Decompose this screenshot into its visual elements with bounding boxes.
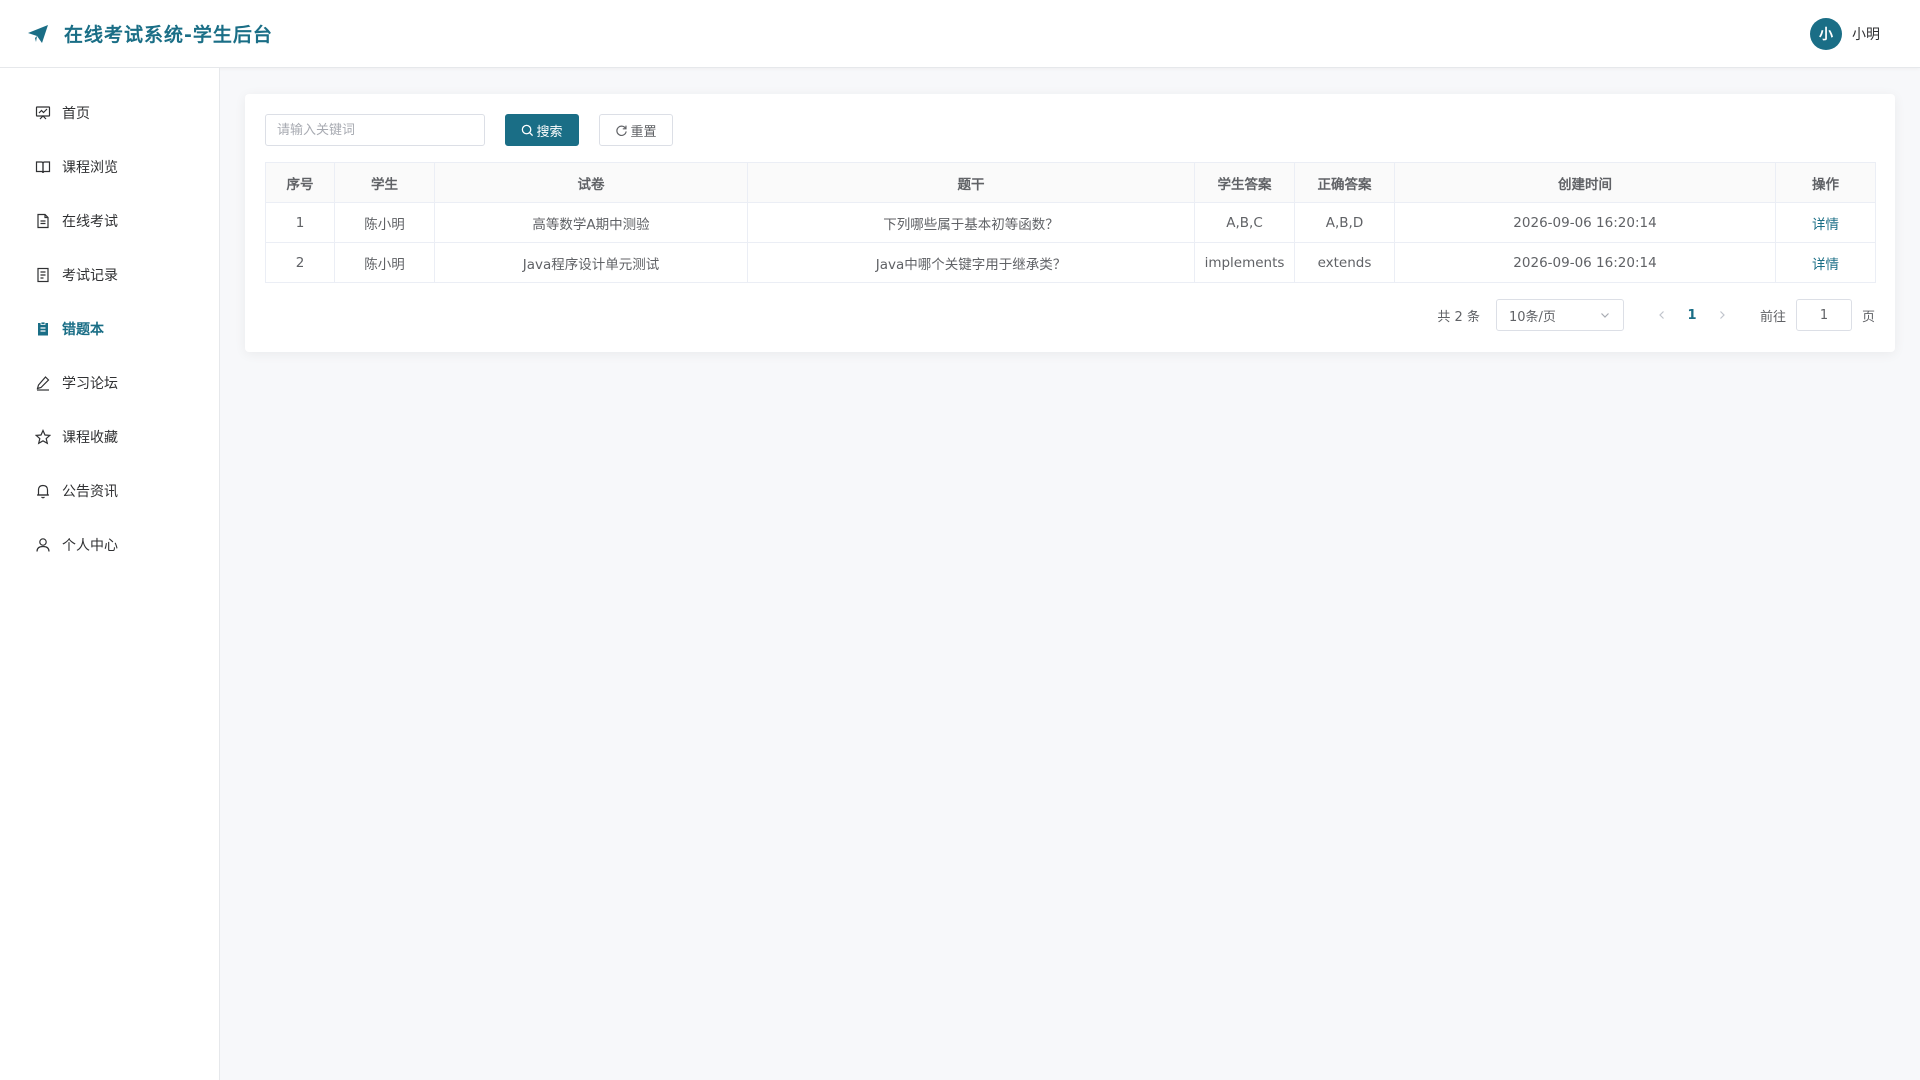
page-size-value: 10条/页 (1508, 309, 1556, 325)
cell-student: 陈小明 (334, 202, 435, 243)
cell-index: 2 (265, 242, 335, 283)
detail-link[interactable]: 详情 (1775, 242, 1876, 283)
column-header-question: 题干 (747, 162, 1195, 203)
sidebar-item-label: 课程收藏 (62, 430, 118, 446)
user-menu[interactable]: 小 小明 (1810, 18, 1880, 50)
record-icon (34, 266, 52, 284)
table-row: 1 陈小明 高等数学A期中测验 下列哪些属于基本初等函数？ A,B,C A,B,… (265, 202, 1876, 243)
sidebar-item-label: 公告资讯 (62, 484, 118, 500)
table-row: 2 陈小明 Java程序设计单元测试 Java中哪个关键字用于继承类？ impl… (265, 242, 1876, 283)
column-header-created-time: 创建时间 (1394, 162, 1776, 203)
search-icon (521, 124, 536, 137)
user-name[interactable]: 小明 (1852, 24, 1880, 44)
cell-student: 陈小明 (334, 242, 435, 283)
sidebar-item-label: 课程浏览 (62, 160, 118, 176)
cell-paper: 高等数学A期中测验 (434, 202, 748, 243)
next-page-button[interactable] (1708, 301, 1736, 329)
edit-icon (34, 374, 52, 392)
document-icon (34, 212, 52, 230)
cell-student-answer: A,B,C (1194, 202, 1295, 243)
brand: 在线考试系统-学生后台 (26, 20, 273, 47)
sidebar-item-online-exam[interactable]: 在线考试 (0, 194, 219, 248)
sidebar-item-exam-record[interactable]: 考试记录 (0, 248, 219, 302)
sidebar-item-label: 错题本 (62, 322, 104, 338)
cell-question: 下列哪些属于基本初等函数？ (747, 202, 1195, 243)
cell-student-answer: implements (1194, 242, 1295, 283)
sidebar-item-home[interactable]: 首页 (0, 86, 219, 140)
sidebar-item-label: 在线考试 (62, 214, 118, 230)
sidebar-item-wrong-book[interactable]: 错题本 (0, 302, 219, 356)
column-header-paper: 试卷 (434, 162, 748, 203)
column-header-index: 序号 (265, 162, 335, 203)
notebook-icon (34, 320, 52, 338)
avatar[interactable]: 小 (1810, 18, 1842, 50)
sidebar-item-label: 首页 (62, 106, 90, 122)
column-header-student-answer: 学生答案 (1194, 162, 1295, 203)
pagination: 共 2 条 10条/页 1 前往 页 (1437, 299, 1875, 331)
cell-correct-answer: extends (1294, 242, 1395, 283)
column-header-correct-answer: 正确答案 (1294, 162, 1395, 203)
content-card: 搜索 重置 序号 学生 (245, 94, 1895, 352)
search-button[interactable]: 搜索 (505, 114, 579, 146)
column-header-action: 操作 (1775, 162, 1876, 203)
book-icon (34, 158, 52, 176)
sidebar-item-label: 个人中心 (62, 538, 118, 554)
sidebar-item-course-browse[interactable]: 课程浏览 (0, 140, 219, 194)
cell-created-time: 2026-09-06 16:20:14 (1394, 202, 1776, 243)
app-title: 在线考试系统-学生后台 (64, 24, 273, 46)
goto-suffix: 页 (1861, 309, 1875, 325)
goto-label: 前往 (1759, 309, 1786, 325)
chevron-down-icon (1599, 309, 1611, 321)
sidebar-item-label: 学习论坛 (62, 376, 118, 392)
reset-button[interactable]: 重置 (599, 114, 673, 146)
cell-correct-answer: A,B,D (1294, 202, 1395, 243)
cell-index: 1 (265, 202, 335, 243)
top-header: 在线考试系统-学生后台 小 小明 (0, 0, 1920, 68)
table-header-row: 序号 学生 试卷 题干 学生答案 正确答案 创建时间 操作 (265, 162, 1876, 203)
detail-link[interactable]: 详情 (1775, 202, 1876, 243)
star-icon (34, 428, 52, 446)
cell-question: Java中哪个关键字用于继承类？ (747, 242, 1195, 283)
refresh-icon (615, 124, 630, 137)
cell-created-time: 2026-09-06 16:20:14 (1394, 242, 1776, 283)
dashboard-icon (34, 104, 52, 122)
sidebar-item-profile[interactable]: 个人中心 (0, 518, 219, 572)
search-input[interactable] (265, 114, 485, 146)
chevron-left-icon (1659, 311, 1664, 319)
sidebar-item-favorites[interactable]: 课程收藏 (0, 410, 219, 464)
sidebar-item-announcements[interactable]: 公告资讯 (0, 464, 219, 518)
reset-button-label: 重置 (630, 124, 657, 140)
goto-page-input[interactable] (1795, 299, 1852, 331)
page-size-select[interactable]: 10条/页 (1495, 299, 1624, 331)
sidebar-item-forum[interactable]: 学习论坛 (0, 356, 219, 410)
user-icon (34, 536, 52, 554)
sidebar-item-label: 考试记录 (62, 268, 118, 284)
sidebar: 首页 课程浏览 在线考试 考试记录 错题本 学习论坛 课程收藏 公告资讯 个人中… (0, 68, 220, 1080)
column-header-student: 学生 (334, 162, 435, 203)
paper-plane-icon (26, 22, 50, 46)
cell-paper: Java程序设计单元测试 (434, 242, 748, 283)
search-toolbar: 搜索 重置 (265, 114, 673, 146)
bell-icon (34, 482, 52, 500)
prev-page-button[interactable] (1648, 301, 1676, 329)
search-button-label: 搜索 (536, 124, 563, 140)
wrong-questions-table: 序号 学生 试卷 题干 学生答案 正确答案 创建时间 操作 1 陈小明 高等数学… (265, 162, 1876, 283)
pagination-total: 共 2 条 (1437, 309, 1480, 325)
page-number-current[interactable]: 1 (1676, 308, 1708, 323)
chevron-right-icon (1720, 311, 1725, 319)
